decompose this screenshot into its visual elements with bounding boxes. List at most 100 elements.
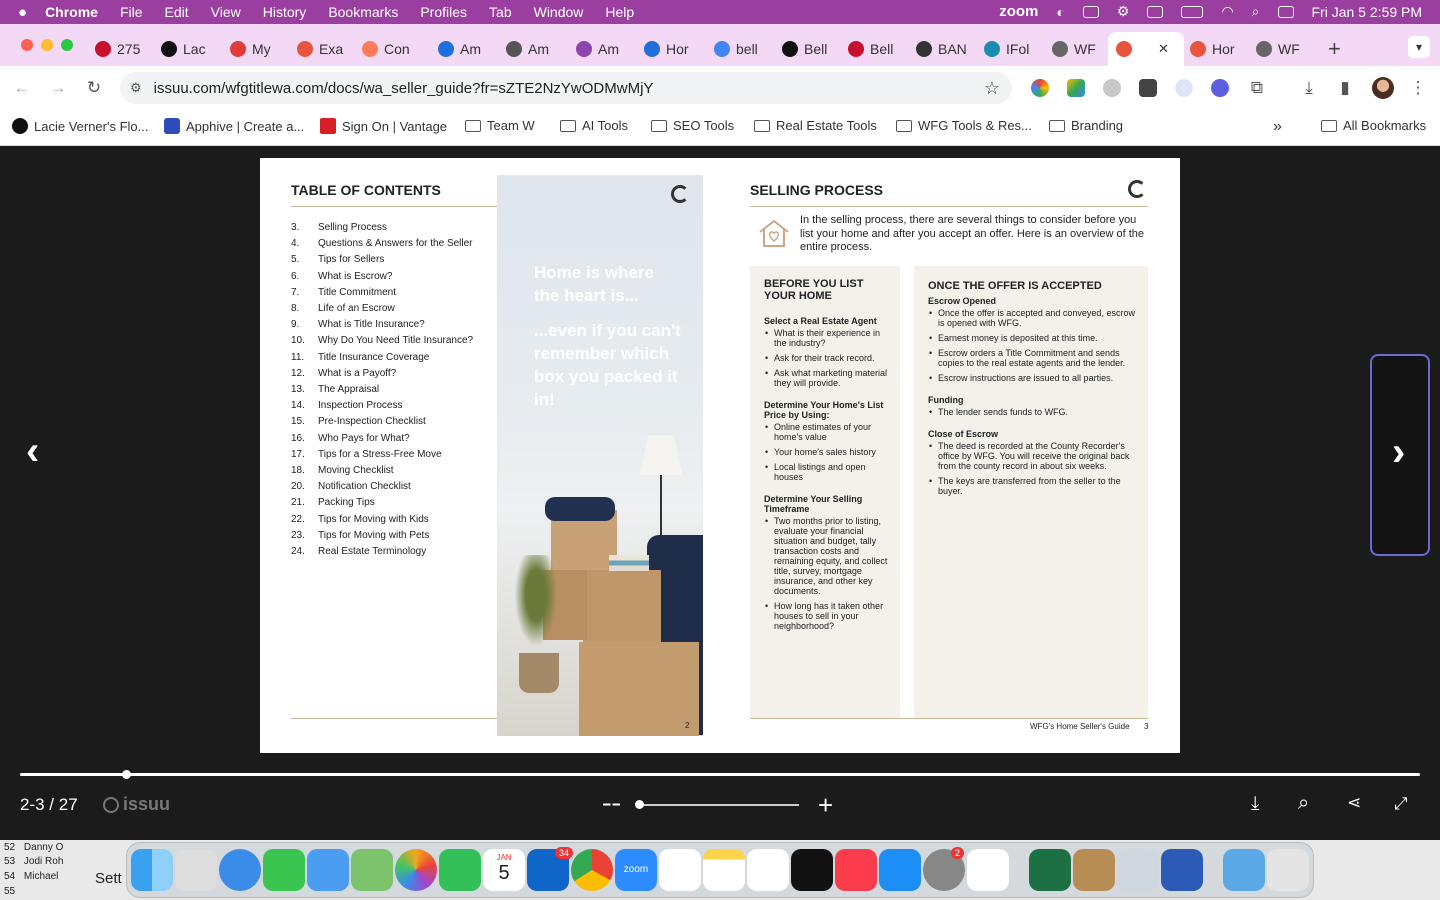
app-store-icon[interactable] xyxy=(879,849,921,891)
menu-history[interactable]: History xyxy=(263,4,307,20)
messages-icon[interactable] xyxy=(263,849,305,891)
safari-icon[interactable] xyxy=(219,849,261,891)
previous-page-arrow-icon[interactable]: ‹ xyxy=(26,429,39,474)
notes-icon[interactable] xyxy=(703,849,745,891)
bookmark-item[interactable]: Lacie Verner's Flo... xyxy=(12,118,148,134)
tab-active[interactable]: ✕ xyxy=(1108,32,1184,66)
extension-color-icon[interactable] xyxy=(1031,79,1049,97)
word-icon[interactable] xyxy=(1161,849,1203,891)
window-zoom-button[interactable] xyxy=(61,39,73,51)
toc-entry[interactable]: 16. Who Pays for What? xyxy=(291,433,410,444)
share-icon[interactable]: ⋖ xyxy=(1347,793,1361,813)
menu-help[interactable]: Help xyxy=(605,4,634,20)
extension-cloud-icon[interactable] xyxy=(1175,79,1193,97)
launchpad-icon[interactable] xyxy=(175,849,217,891)
bookmark-star-icon[interactable]: ☆ xyxy=(984,78,1000,99)
toc-entry[interactable]: 3. Selling Process xyxy=(291,222,387,233)
reading-progress-knob[interactable] xyxy=(122,770,132,779)
zoom-in-plus-icon[interactable]: + xyxy=(818,790,833,821)
side-panel-icon[interactable]: ▮ xyxy=(1335,78,1355,98)
toc-entry[interactable]: 6. What is Escrow? xyxy=(291,271,392,282)
window-close-button[interactable] xyxy=(21,39,33,51)
reload-icon[interactable]: ↻ xyxy=(84,78,104,98)
status-extension-icon[interactable]: ◐ xyxy=(1056,4,1064,20)
bookmark-folder[interactable]: AI Tools xyxy=(560,118,628,133)
toc-entry[interactable]: 4. Questions & Answers for the Seller xyxy=(291,238,473,249)
menu-app-name[interactable]: Chrome xyxy=(45,4,98,20)
browser-tab[interactable]: Bell xyxy=(848,32,902,66)
browser-tab[interactable]: IFol xyxy=(984,32,1038,66)
reminders-icon[interactable] xyxy=(659,849,701,891)
excel-icon[interactable] xyxy=(1029,849,1071,891)
toc-entry[interactable]: 22. Tips for Moving with Kids xyxy=(291,514,429,525)
browser-tab[interactable]: Hor xyxy=(644,32,698,66)
toc-entry[interactable]: 7. Title Commitment xyxy=(291,287,396,298)
menu-bookmarks[interactable]: Bookmarks xyxy=(328,4,398,20)
finder-icon[interactable] xyxy=(131,849,173,891)
extension-k-icon[interactable] xyxy=(1103,79,1121,97)
toc-entry[interactable]: 11. Title Insurance Coverage xyxy=(291,352,429,363)
browser-tab[interactable]: Hor xyxy=(1190,32,1244,66)
zoom-slider-track[interactable] xyxy=(639,804,799,806)
browser-tab[interactable]: WF xyxy=(1256,32,1310,66)
browser-tab[interactable]: Exa xyxy=(297,32,351,66)
toc-entry[interactable]: 21. Packing Tips xyxy=(291,497,375,508)
photos-icon[interactable] xyxy=(395,849,437,891)
toc-entry[interactable]: 15. Pre-Inspection Checklist xyxy=(291,416,426,427)
browser-tab[interactable]: WF xyxy=(1052,32,1106,66)
apple-icon[interactable]: ● xyxy=(18,4,27,21)
status-app-icon[interactable] xyxy=(1082,5,1099,18)
next-page-button[interactable]: › xyxy=(1370,354,1430,556)
wifi-icon[interactable]: ◠ xyxy=(1221,3,1233,20)
browser-tab[interactable]: 275 xyxy=(95,32,149,66)
browser-tab[interactable]: Am xyxy=(438,32,492,66)
status-keyboard-icon[interactable] xyxy=(1147,5,1164,18)
toc-entry[interactable]: 12. What is a Payoff? xyxy=(291,368,396,379)
browser-tab[interactable]: Am xyxy=(506,32,560,66)
toc-entry[interactable]: 5. Tips for Sellers xyxy=(291,254,384,265)
all-bookmarks-folder[interactable]: All Bookmarks xyxy=(1321,118,1426,133)
toc-entry[interactable]: 18. Moving Checklist xyxy=(291,465,394,476)
forward-arrow-icon[interactable]: → xyxy=(48,78,68,98)
bookmark-folder[interactable]: WFG Tools & Res... xyxy=(896,118,1032,133)
spotlight-search-icon[interactable]: ⌕ xyxy=(1252,3,1260,20)
extension-asterisk-icon[interactable] xyxy=(1211,79,1229,97)
apple-tv-icon[interactable] xyxy=(791,849,833,891)
profile-avatar[interactable] xyxy=(1372,77,1394,99)
browser-tab[interactable]: Bell xyxy=(782,32,836,66)
bookmark-folder[interactable]: Branding xyxy=(1049,118,1123,133)
toc-entry[interactable]: 8. Life of an Escrow xyxy=(291,303,395,314)
browser-tab[interactable]: Am xyxy=(576,32,630,66)
download-icon[interactable]: ⤓ xyxy=(1299,78,1319,98)
calendar-icon[interactable]: JAN 5 xyxy=(483,849,525,891)
address-url[interactable]: issuu.com/wfgtitlewa.com/docs/wa_seller_… xyxy=(154,80,654,97)
bookmark-folder[interactable]: Team W xyxy=(465,118,535,133)
freeform-icon[interactable] xyxy=(747,849,789,891)
back-arrow-icon[interactable]: ← xyxy=(12,78,32,98)
extension-printer-icon[interactable] xyxy=(1139,79,1157,97)
toc-entry[interactable]: 24. Real Estate Terminology xyxy=(291,546,426,557)
toc-entry[interactable]: 14. Inspection Process xyxy=(291,400,403,411)
chrome-icon[interactable] xyxy=(571,849,613,891)
contacts-icon[interactable] xyxy=(1073,849,1115,891)
browser-tab[interactable]: BAN xyxy=(916,32,970,66)
reading-progress-track[interactable] xyxy=(20,773,1420,776)
battery-icon[interactable] xyxy=(1181,5,1204,18)
browser-tab[interactable]: Con xyxy=(362,32,416,66)
menu-edit[interactable]: Edit xyxy=(165,4,189,20)
music-icon[interactable] xyxy=(835,849,877,891)
menu-profiles[interactable]: Profiles xyxy=(420,4,467,20)
site-settings-icon[interactable]: ⚙ xyxy=(130,80,142,96)
tab-close-icon[interactable]: ✕ xyxy=(1158,41,1169,57)
preview-icon[interactable] xyxy=(1117,849,1159,891)
bookmark-item[interactable]: Sign On | Vantage xyxy=(320,118,447,134)
facetime-icon[interactable] xyxy=(439,849,481,891)
toc-entry[interactable]: 23. Tips for Moving with Pets xyxy=(291,530,429,541)
slack-icon[interactable] xyxy=(967,849,1009,891)
fullscreen-icon[interactable]: ⤢ xyxy=(1394,794,1408,814)
zoom-app-icon[interactable]: zoom xyxy=(615,849,657,891)
toc-entry[interactable]: 9. What is Title Insurance? xyxy=(291,319,425,330)
status-gear-icon[interactable]: ⚙ xyxy=(1117,3,1130,20)
bookmark-item[interactable]: Apphive | Create a... xyxy=(164,118,304,134)
browser-tab[interactable]: My xyxy=(230,32,284,66)
